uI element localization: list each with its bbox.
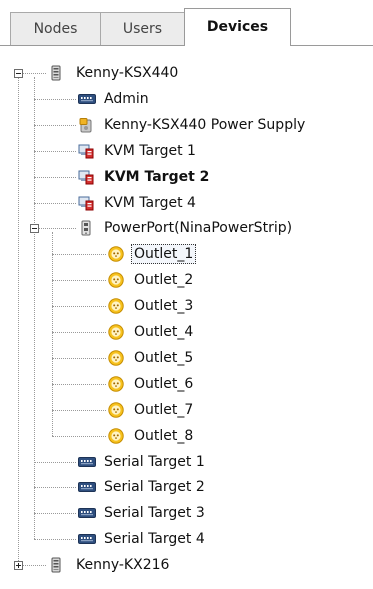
tree-node[interactable]: Kenny-KSX440	[0, 62, 373, 84]
kvm-target-icon	[78, 195, 94, 211]
tree-node-label: Outlet_8	[134, 427, 194, 444]
tree-node[interactable]: PowerPort(NinaPowerStrip)	[0, 217, 373, 239]
tree-node-label: Serial Target 3	[104, 505, 205, 522]
tree-node[interactable]: KVM Target 2	[0, 166, 373, 188]
tab-bar: Nodes Users Devices	[0, 0, 373, 46]
tree-node[interactable]: Serial Target 3	[0, 502, 373, 524]
tree-node[interactable]: Kenny-KX216	[0, 554, 373, 576]
outlet-icon	[108, 298, 124, 314]
tree-node-label: KVM Target 4	[104, 194, 196, 211]
tree-node-label: Admin	[104, 90, 149, 107]
tree-node[interactable]: Outlet_1	[0, 243, 373, 265]
tree-node-label: Serial Target 1	[104, 453, 205, 470]
tree-node[interactable]: Serial Target 2	[0, 476, 373, 498]
tree-node-label: Kenny-KSX440 Power Supply	[104, 116, 306, 133]
tree-node-label: Outlet_6	[134, 375, 194, 392]
outlet-icon	[108, 350, 124, 366]
tree-node[interactable]: Kenny-KSX440 Power Supply	[0, 114, 373, 136]
tree-node-label: Serial Target 2	[104, 479, 205, 496]
tree-node[interactable]: KVM Target 4	[0, 192, 373, 214]
tree-node[interactable]: Outlet_8	[0, 425, 373, 447]
kvm-target-icon	[78, 143, 94, 159]
tab-users[interactable]: Users	[100, 12, 185, 45]
port-connector-icon	[78, 481, 96, 497]
tree-node[interactable]: Outlet_2	[0, 269, 373, 291]
tree-node-label: Outlet_5	[134, 349, 194, 366]
tree-node-label: Kenny-KX216	[76, 557, 170, 574]
tree-node-label: Kenny-KSX440	[76, 65, 179, 81]
tree-node[interactable]: Outlet_7	[0, 399, 373, 421]
collapse-toggle[interactable]	[14, 69, 23, 78]
outlet-icon	[108, 324, 124, 340]
tab-devices-label: Devices	[206, 19, 269, 35]
tab-nodes-label: Nodes	[33, 21, 78, 37]
port-connector-icon	[78, 533, 96, 549]
outlet-icon	[108, 246, 124, 262]
outlet-icon	[108, 401, 124, 418]
port-connector-icon	[78, 93, 96, 109]
port-connector-icon	[78, 456, 96, 472]
outlet-icon	[108, 427, 124, 444]
collapse-toggle[interactable]	[30, 224, 39, 234]
tree-node[interactable]: Outlet_3	[0, 295, 373, 317]
outlet-icon	[108, 376, 124, 392]
tree-node[interactable]: Serial Target 1	[0, 451, 373, 473]
tab-users-label: Users	[122, 21, 163, 37]
tree-node-label: Outlet_7	[134, 401, 194, 418]
power-supply-icon	[78, 117, 94, 133]
tree-node[interactable]: KVM Target 1	[0, 140, 373, 162]
tree-node-label: KVM Target 2	[104, 168, 210, 185]
device-chassis-icon	[48, 65, 64, 81]
device-chassis-icon	[48, 557, 64, 573]
tree-node-label: Outlet_1	[131, 244, 197, 265]
outlet-icon	[108, 272, 124, 288]
tree-node[interactable]: Admin	[0, 88, 373, 110]
tree-node[interactable]: Outlet_5	[0, 347, 373, 369]
power-strip-icon	[78, 220, 94, 236]
tree-node[interactable]: Serial Target 4	[0, 528, 373, 550]
expand-toggle[interactable]	[14, 561, 23, 571]
device-tree: Kenny-KSX440 Admin Kenny-KSX440 Power Supp…	[0, 46, 373, 589]
tab-devices[interactable]: Devices	[184, 8, 291, 46]
kvm-target-icon	[78, 169, 94, 185]
tree-node-label: Serial Target 4	[104, 531, 205, 548]
port-connector-icon	[78, 507, 96, 523]
tree-node-label: Outlet_4	[134, 324, 194, 340]
tree-node-label: PowerPort(NinaPowerStrip)	[104, 220, 293, 237]
tree-node-label: Outlet_2	[134, 272, 194, 289]
tab-nodes[interactable]: Nodes	[10, 12, 101, 45]
tree-node-label: KVM Target 1	[104, 142, 196, 159]
tree-node[interactable]: Outlet_6	[0, 373, 373, 395]
tree-node-label: Outlet_3	[134, 298, 194, 315]
tree-node[interactable]: Outlet_4	[0, 321, 373, 343]
